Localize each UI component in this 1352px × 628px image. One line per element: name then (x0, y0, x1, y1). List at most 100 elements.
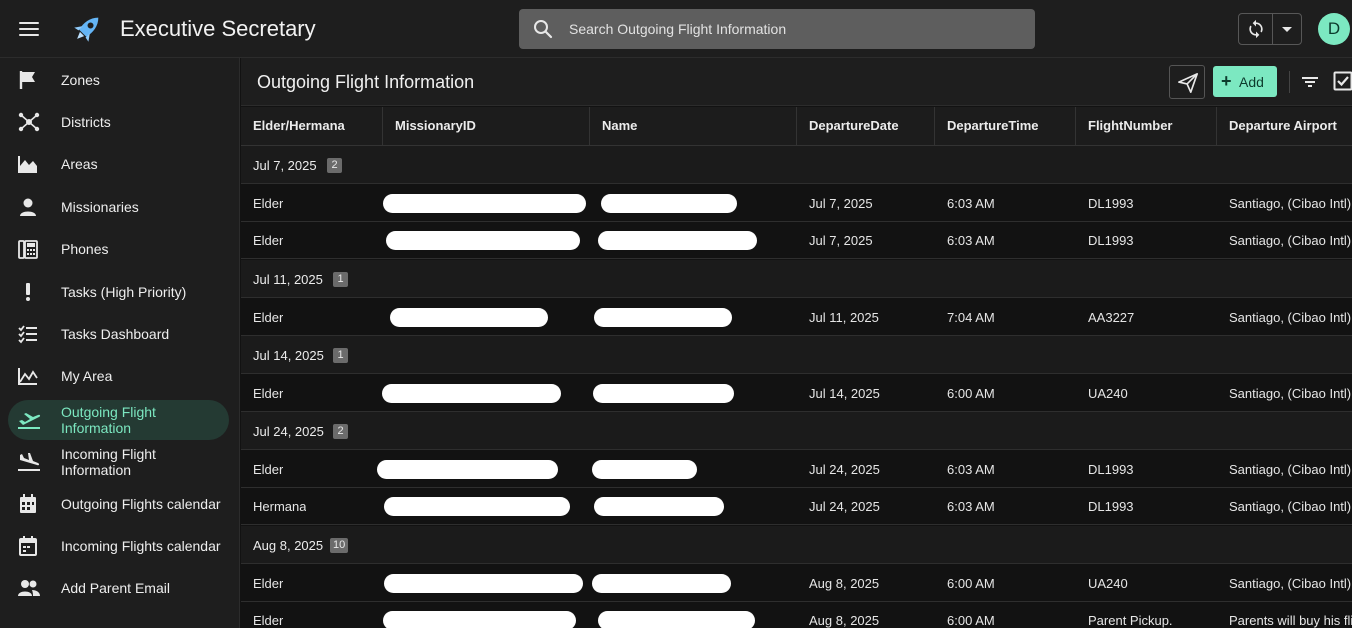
search-bar[interactable] (519, 9, 1035, 49)
cell-departure-airport: Santiago, (Cibao Intl) (1229, 576, 1352, 591)
cell-departure-time: 6:03 AM (947, 462, 995, 477)
sidebar-item-areas[interactable]: Areas (8, 144, 229, 184)
sidebar-item-phones[interactable]: Phones (8, 229, 229, 269)
sidebar-item-missionaries[interactable]: Missionaries (8, 187, 229, 227)
column-header-name[interactable]: Name (590, 107, 797, 145)
cell-departure-airport: Santiago, (Cibao Intl) (1229, 462, 1352, 477)
table-row[interactable]: Elder Aug 8, 2025 6:00 AM Parent Pickup.… (241, 602, 1352, 628)
group-label: Aug 8, 2025 (253, 538, 324, 553)
column-header-flight-number[interactable]: FlightNumber (1076, 107, 1217, 145)
table-row[interactable]: Elder Jul 7, 2025 6:03 AM DL1993 Santiag… (241, 222, 1352, 259)
redacted-name (592, 574, 731, 593)
cell-departure-airport: Santiago, (Cibao Intl) (1229, 386, 1352, 401)
flight-takeoff-icon (17, 410, 41, 430)
sidebar-item-label: Tasks (High Priority) (61, 284, 187, 300)
column-header-missionary-id[interactable]: MissionaryID (383, 107, 590, 145)
person-icon (17, 197, 41, 217)
search-icon (533, 19, 553, 39)
sidebar-item-districts[interactable]: Districts (8, 102, 229, 142)
add-button[interactable]: + Add (1213, 66, 1277, 97)
sidebar-item-zones[interactable]: Zones (8, 60, 229, 100)
cell-title: Elder (253, 462, 284, 477)
cell-flight-number: UA240 (1088, 576, 1128, 591)
redacted-missionary-id (390, 308, 548, 327)
sidebar-item-my-area[interactable]: My Area (8, 356, 229, 396)
group-count-badge: 2 (333, 424, 348, 439)
cell-title: Elder (253, 310, 284, 325)
sidebar-item-incoming-flights-calendar[interactable]: Incoming Flights calendar (8, 526, 229, 566)
sync-button[interactable] (1239, 14, 1273, 44)
table-row[interactable]: Elder Jul 14, 2025 6:00 AM UA240 Santiag… (241, 375, 1352, 412)
cell-departure-date: Aug 8, 2025 (809, 613, 880, 628)
table-row[interactable]: Elder Jul 24, 2025 6:03 AM DL1993 Santia… (241, 451, 1352, 488)
people-icon (17, 578, 41, 598)
app-bar: Executive Secretary D (0, 0, 1352, 58)
sidebar-item-label: Districts (61, 114, 111, 130)
sidebar-item-label: Incoming Flight Information (61, 446, 156, 478)
redacted-name (592, 460, 697, 479)
group-label: Jul 7, 2025 (253, 158, 317, 173)
sidebar-item-label: Zones (61, 72, 100, 88)
app-title: Executive Secretary (120, 16, 316, 41)
cell-flight-number: UA240 (1088, 386, 1128, 401)
flag-icon (17, 70, 41, 90)
group-row[interactable]: Jul 11, 2025 1 (241, 260, 1352, 298)
send-icon (1178, 73, 1198, 93)
redacted-missionary-id (384, 574, 583, 593)
group-count-badge: 1 (333, 348, 348, 363)
sidebar: Zones Districts Areas Missionaries Phone… (0, 58, 240, 628)
cell-departure-time: 6:03 AM (947, 196, 995, 211)
sync-dropdown-button[interactable] (1273, 14, 1301, 44)
sidebar-item-outgoing-flight-information[interactable]: Outgoing Flight Information (8, 400, 229, 440)
column-header-departure-date[interactable]: DepartureDate (797, 107, 935, 145)
group-row[interactable]: Aug 8, 2025 10 (241, 526, 1352, 564)
sidebar-item-label: My Area (61, 368, 113, 384)
table-row[interactable]: Elder Jul 7, 2025 6:03 AM DL1993 Santiag… (241, 185, 1352, 222)
sidebar-item-outgoing-flights-calendar[interactable]: Outgoing Flights calendar (8, 484, 229, 524)
sidebar-item-tasks-dashboard[interactable]: Tasks Dashboard (8, 314, 229, 354)
group-label: Jul 24, 2025 (253, 424, 324, 439)
checkbox-select-icon[interactable] (1333, 71, 1352, 91)
send-button[interactable] (1169, 65, 1205, 99)
user-avatar[interactable]: D (1318, 13, 1350, 45)
sidebar-item-label: Outgoing Flight Information (61, 404, 156, 436)
group-row[interactable]: Jul 7, 2025 2 (241, 146, 1352, 184)
group-label: Jul 14, 2025 (253, 348, 324, 363)
cell-title: Elder (253, 233, 284, 248)
cell-title: Elder (253, 386, 284, 401)
redacted-name (593, 384, 734, 403)
area-chart-icon (17, 366, 41, 386)
exclamation-icon (17, 282, 41, 302)
redacted-missionary-id (382, 384, 561, 403)
menu-icon[interactable] (19, 21, 39, 37)
cell-departure-date: Jul 7, 2025 (809, 196, 873, 211)
sidebar-item-tasks-high-priority[interactable]: Tasks (High Priority) (8, 272, 229, 312)
cell-departure-time: 6:03 AM (947, 233, 995, 248)
redacted-missionary-id (384, 497, 570, 516)
table-row[interactable]: Elder Aug 8, 2025 6:00 AM UA240 Santiago… (241, 565, 1352, 602)
add-button-label: Add (1239, 74, 1264, 90)
page-toolbar: Outgoing Flight Information + Add (241, 58, 1352, 106)
table-row[interactable]: Hermana Jul 24, 2025 6:03 AM DL1993 Sant… (241, 488, 1352, 525)
group-count-badge: 2 (327, 158, 342, 173)
table-header: Elder/Hermana MissionaryID Name Departur… (241, 107, 1352, 146)
hub-icon (17, 112, 41, 132)
sidebar-item-incoming-flight-information[interactable]: Incoming Flight Information (8, 442, 229, 482)
group-row[interactable]: Jul 14, 2025 1 (241, 336, 1352, 374)
group-label: Jul 11, 2025 (253, 272, 323, 287)
column-header-departure-time[interactable]: DepartureTime (935, 107, 1076, 145)
redacted-missionary-id (383, 611, 576, 628)
sidebar-item-label: Incoming Flights calendar (61, 538, 221, 554)
redacted-name (601, 194, 737, 213)
checklist-icon (17, 324, 41, 344)
table-row[interactable]: Elder Jul 11, 2025 7:04 AM AA3227 Santia… (241, 299, 1352, 336)
redacted-missionary-id (377, 460, 558, 479)
sidebar-item-label: Missionaries (61, 199, 139, 215)
search-input[interactable] (569, 9, 1019, 49)
column-header-elder-hermana[interactable]: Elder/Hermana (241, 107, 383, 145)
filter-icon[interactable] (1299, 72, 1321, 92)
sync-button-group (1238, 13, 1302, 45)
sidebar-item-add-parent-email[interactable]: Add Parent Email (8, 568, 229, 608)
group-row[interactable]: Jul 24, 2025 2 (241, 412, 1352, 450)
column-header-departure-airport[interactable]: Departure Airport (1217, 107, 1352, 145)
